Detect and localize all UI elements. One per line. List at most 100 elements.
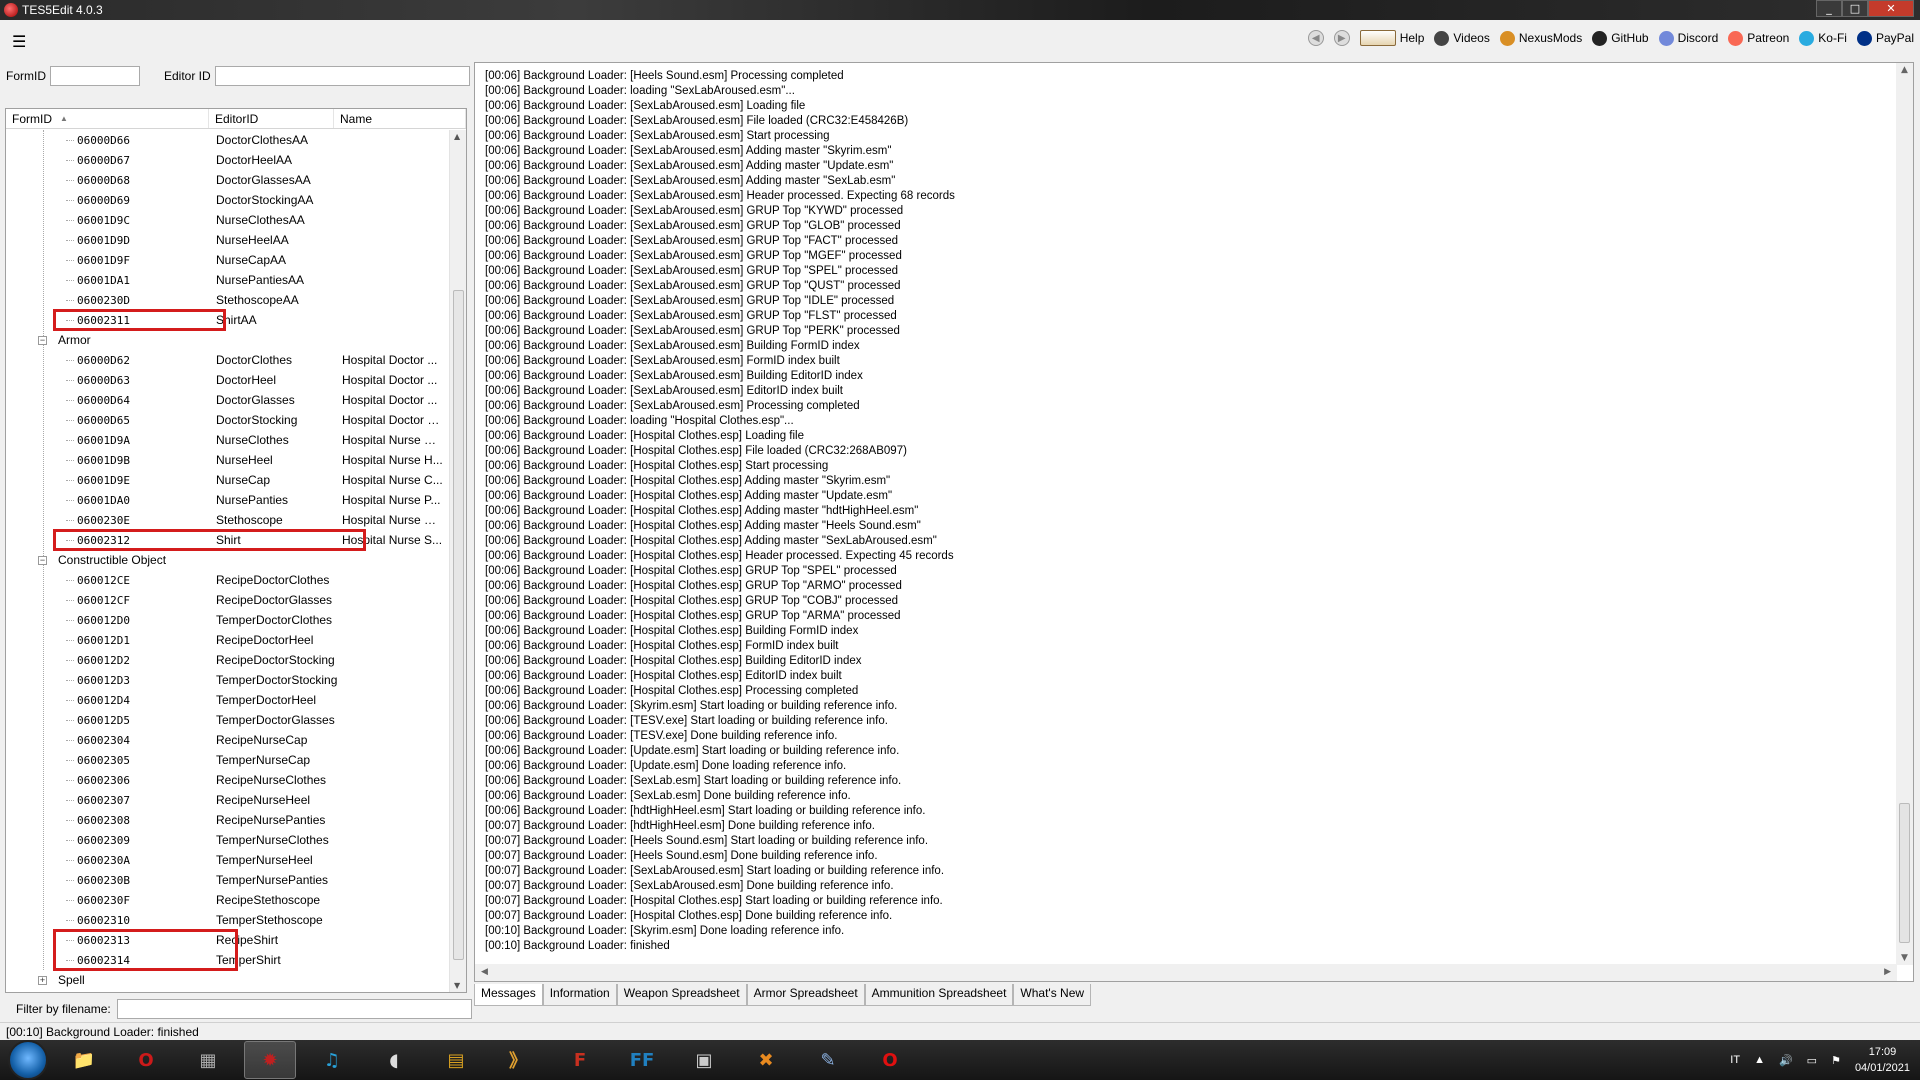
tree-row[interactable]: 06000D63 DoctorHeel Hospital Doctor ... [6,370,451,390]
volume-icon[interactable]: 🔊 [1779,1054,1793,1067]
audio-icon[interactable]: ◖ [368,1041,420,1079]
scroll-left-icon[interactable]: ◀ [481,967,488,977]
editorid-input[interactable] [214,66,470,86]
messages-vscrollbar[interactable]: ▲ ▼ [1896,63,1913,965]
tree-row[interactable]: 0600230A TemperNurseHeel [6,850,451,870]
column-editorid[interactable]: EditorID [209,109,334,128]
tree-row[interactable]: 06000D65 DoctorStocking Hospital Doctor S.… [6,410,451,430]
tree-row[interactable]: 06000D67 DoctorHeelAA [6,150,451,170]
scroll-up-icon[interactable]: ▲ [1901,65,1908,75]
tree-row[interactable]: 06000D68 DoctorGlassesAA [6,170,451,190]
tree-row[interactable]: 0600230E Stethoscope Hospital Nurse St... [6,510,451,530]
tree-row[interactable]: 0600230F RecipeStethoscope [6,890,451,910]
filezilla-icon[interactable]: F [554,1041,606,1079]
tree-scrollbar[interactable]: ▲ ▼ [449,130,466,992]
maximize-button[interactable]: □ [1842,0,1868,17]
tree-row[interactable]: 060012D2 RecipeDoctorStocking [6,650,451,670]
tree-row[interactable]: 06000D62 DoctorClothes Hospital Doctor ... [6,350,451,370]
tree-row[interactable]: 06001D9E NurseCap Hospital Nurse C... [6,470,451,490]
column-name[interactable]: Name [334,109,466,128]
scroll-down-icon[interactable]: ▼ [454,981,460,990]
minimize-button[interactable]: _ [1816,0,1842,17]
tree-row[interactable]: 06002306 RecipeNurseClothes [6,770,451,790]
formid-input[interactable] [50,66,140,86]
tree-row[interactable]: 060012CF RecipeDoctorGlasses [6,590,451,610]
tree-group[interactable]: − Constructible Object [6,550,451,570]
music-icon[interactable]: ♫ [306,1041,358,1079]
tree-row[interactable]: 060012D3 TemperDoctorStocking [6,670,451,690]
tree-row[interactable]: 06001D9C NurseClothesAA [6,210,451,230]
notes-icon[interactable]: ▤ [430,1041,482,1079]
ko-fi-button[interactable]: Ko-Fi [1799,30,1847,46]
github-button[interactable]: GitHub [1592,30,1649,46]
scroll-right-icon[interactable]: ▶ [1884,967,1891,977]
tree-row[interactable]: 06000D66 DoctorClothesAA [6,130,451,150]
messages-hscrollbar[interactable]: ◀ ▶ [475,964,1897,981]
tree-row[interactable]: 06001D9A NurseClothes Hospital Nurse Cl... [6,430,451,450]
messages-scroll-thumb[interactable] [1899,803,1910,943]
videos-button[interactable]: Videos [1434,30,1490,46]
tray-expand-icon[interactable]: ▲ [1754,1054,1765,1066]
explorer-icon[interactable]: 📁 [58,1041,110,1079]
back-icon[interactable]: ◀ [1307,30,1324,46]
messages-log[interactable]: [00:06] Background Loader: [Heels Sound.… [474,62,1914,982]
tree-row[interactable]: 06001DA1 NursePantiesAA [6,270,451,290]
tree-group[interactable]: + Spell [6,970,451,990]
language-indicator[interactable]: IT [1730,1054,1740,1066]
tab-messages[interactable]: Messages [474,984,543,1006]
tree-group[interactable]: − Armor [6,330,451,350]
scroll-down-icon[interactable]: ▼ [1901,953,1908,963]
script-icon[interactable]: 》 [492,1041,544,1079]
collapse-icon[interactable]: − [38,335,47,345]
nexusmods-button[interactable]: NexusMods [1499,30,1582,46]
tree-row[interactable]: 06000D69 DoctorStockingAA [6,190,451,210]
opera-gx-icon[interactable]: O [864,1041,916,1079]
expand-icon[interactable]: + [38,975,47,985]
help-button[interactable]: Help [1359,30,1424,46]
tab-weapon-spreadsheet[interactable]: Weapon Spreadsheet [616,984,747,1006]
tree-row[interactable]: 06001D9F NurseCapAA [6,250,451,270]
tree-row[interactable]: 060012D0 TemperDoctorClothes [6,610,451,630]
pen-icon[interactable]: ✎ [802,1041,854,1079]
tes5edit-icon[interactable]: ✹ [244,1041,296,1079]
paypal-button[interactable]: PayPal [1856,30,1914,46]
start-button[interactable] [8,1040,48,1080]
tab-what-s-new[interactable]: What's New [1013,984,1092,1006]
ffdec-icon[interactable]: FF [616,1041,668,1079]
tree-row[interactable]: 060012D1 RecipeDoctorHeel [6,630,451,650]
tree-row[interactable]: 060012D5 TemperDoctorGlasses [6,710,451,730]
patreon-button[interactable]: Patreon [1728,30,1789,46]
tree-row[interactable]: 06000D64 DoctorGlasses Hospital Doctor ... [6,390,451,410]
tree-row[interactable]: 060012CE RecipeDoctorClothes [6,570,451,590]
xnview-icon[interactable]: ✖ [740,1041,792,1079]
tree-row[interactable]: 06002310 TemperStethoscope [6,910,451,930]
tree-row[interactable]: 06002308 RecipeNursePanties [6,810,451,830]
tree-row[interactable]: 06002307 RecipeNurseHeel [6,790,451,810]
tree-row[interactable]: 06001D9D NurseHeelAA [6,230,451,250]
column-formid[interactable]: FormID ▲ [6,109,209,128]
tree-row[interactable]: 06002309 TemperNurseClothes [6,830,451,850]
filename-filter-input[interactable] [116,999,472,1019]
flag-icon[interactable]: ⚑ [1831,1054,1841,1067]
scroll-up-icon[interactable]: ▲ [454,132,460,141]
tree-row[interactable]: 06001D9B NurseHeel Hospital Nurse H... [6,450,451,470]
network-icon[interactable]: ▭ [1807,1054,1817,1067]
clock[interactable]: 17:09 04/01/2021 [1855,1044,1910,1076]
tree-scroll-thumb[interactable] [453,290,464,960]
tab-armor-spreadsheet[interactable]: Armor Spreadsheet [746,984,865,1006]
tree-row[interactable]: 060012D4 TemperDoctorHeel [6,690,451,710]
tree-row[interactable]: 0600230D StethoscopeAA [6,290,451,310]
tree-row[interactable]: 06002305 TemperNurseCap [6,750,451,770]
record-tree[interactable]: FormID ▲ EditorID Name 06000D66 DoctorClo… [5,108,467,993]
discord-button[interactable]: Discord [1658,30,1718,46]
tab-ammunition-spreadsheet[interactable]: Ammunition Spreadsheet [864,984,1014,1006]
close-button[interactable]: ✕ [1868,0,1914,17]
tree-row[interactable]: 06001DA0 NursePanties Hospital Nurse P... [6,490,451,510]
forward-icon[interactable]: ▶ [1333,30,1350,46]
opera-icon[interactable]: O [120,1041,172,1079]
menu-icon[interactable]: ☰ [12,32,26,51]
tree-row[interactable]: 06002304 RecipeNurseCap [6,730,451,750]
tab-information[interactable]: Information [542,984,617,1006]
media-icon[interactable]: ▦ [182,1041,234,1079]
tree-row[interactable]: 0600230B TemperNursePanties [6,870,451,890]
